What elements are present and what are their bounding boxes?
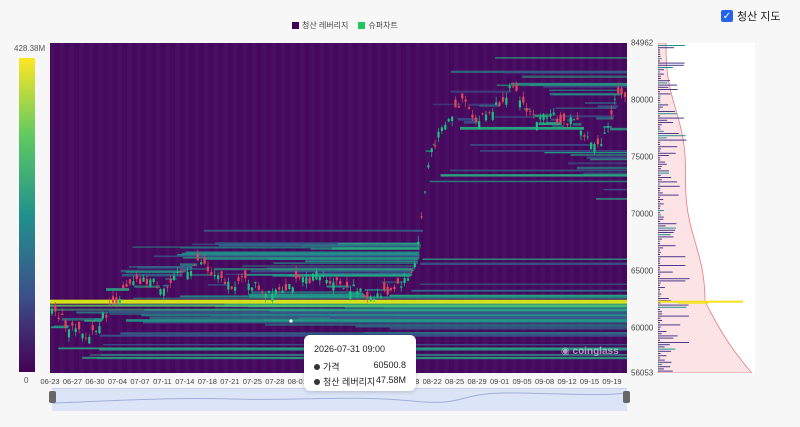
- coinglass-watermark: ◉ coinglass: [561, 346, 619, 357]
- legend-item-superchart[interactable]: 슈퍼차트: [358, 20, 398, 31]
- x-tick-label: 08-25: [445, 377, 465, 386]
- chart-legend: 청산 레버리지 슈퍼차트: [292, 20, 398, 31]
- liquidation-heatmap[interactable]: [50, 43, 627, 373]
- tooltip-date: 2026-07-31 09:00: [314, 344, 386, 354]
- x-tick-label: 07-11: [153, 377, 172, 386]
- checkbox-checked-icon[interactable]: ✓: [721, 10, 733, 22]
- colorbar-min-label: 0: [24, 376, 29, 385]
- range-navigator[interactable]: [51, 388, 628, 411]
- legend-swatch: [292, 22, 299, 29]
- y-tick-label: 75000: [631, 152, 654, 162]
- toggle-label: 청산 지도: [737, 11, 781, 23]
- tooltip-dot: [314, 364, 320, 370]
- x-tick-label: 06-27: [62, 377, 83, 386]
- candle: [359, 288, 362, 292]
- liquidation-profile: [658, 43, 755, 373]
- y-tick-label: 60000: [631, 323, 654, 333]
- x-tick-label: 06-23: [40, 377, 60, 386]
- x-tick-label: 07-18: [197, 377, 217, 386]
- colorbar: [19, 58, 35, 372]
- legend-item-liquidation-leverage[interactable]: 청산 레버리지: [292, 20, 348, 31]
- x-tick-label: 09-19: [602, 377, 622, 386]
- x-tick-label: 07-07: [130, 377, 150, 386]
- x-tick-label: 08-22: [422, 377, 442, 386]
- y-tick-label: 70000: [631, 209, 654, 219]
- candle: [342, 288, 345, 290]
- x-tick-label: 07-04: [107, 377, 128, 386]
- x-tick-label: 09-05: [512, 377, 532, 386]
- y-tick-label: 84962: [631, 38, 654, 48]
- liquidation-map-toggle[interactable]: ✓ 청산 지도: [721, 8, 781, 24]
- x-tick-label: 07-25: [242, 377, 262, 386]
- y-tick-label: 56053: [631, 368, 654, 378]
- x-tick-label: 08-29: [467, 377, 487, 386]
- colorbar-max-label: 428.38M: [14, 44, 46, 53]
- candle: [589, 142, 593, 150]
- x-tick-label: 09-08: [534, 377, 555, 386]
- x-tick-label: 07-28: [265, 377, 285, 386]
- x-tick-label: 09-12: [557, 377, 577, 386]
- x-tick-label: 07-14: [175, 377, 195, 386]
- tooltip-dot: [314, 379, 320, 385]
- candle: [308, 276, 311, 284]
- navigator-sparkline: [51, 392, 628, 404]
- tooltip-row-leverage: 청산 레버리지 47.58M: [314, 375, 406, 388]
- x-tick-label: 07-21: [220, 377, 240, 386]
- navigator-right-handle[interactable]: [623, 391, 630, 403]
- y-tick-label: 80000: [631, 95, 654, 105]
- x-tick-label: 09-15: [579, 377, 600, 386]
- tooltip-row-price: 가격 60500.8: [314, 360, 406, 373]
- x-tick-label: 09-01: [490, 377, 510, 386]
- x-tick-label: 06-30: [85, 377, 105, 386]
- y-tick-label: 65000: [631, 266, 654, 276]
- legend-swatch: [358, 22, 366, 29]
- data-tooltip: 2026-07-31 09:00 가격 60500.8 청산 레버리지 47.5…: [304, 335, 416, 391]
- candle: [396, 277, 399, 285]
- hover-point: [289, 319, 293, 323]
- navigator-left-handle[interactable]: [49, 391, 56, 403]
- candle: [535, 121, 538, 132]
